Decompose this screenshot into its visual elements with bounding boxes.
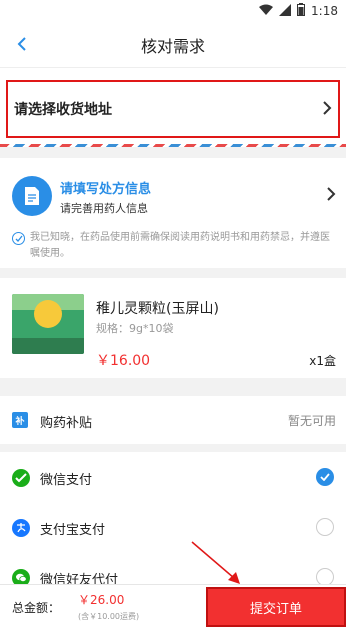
product-spec: 规格：9g*10袋 xyxy=(96,322,174,335)
subsidy-value: 暂无可用 xyxy=(287,414,336,428)
nav-bar: 核对需求 xyxy=(0,22,346,68)
address-section: 请选择收货地址 xyxy=(0,68,346,144)
wifi-icon xyxy=(259,4,274,19)
subsidy-row[interactable]: 补 购药补贴 暂无可用 xyxy=(0,396,346,444)
product-name: 稚儿灵颗粒(玉屏山) xyxy=(96,301,219,317)
prescription-title: 请填写处方信息 xyxy=(60,182,152,197)
subsidy-icon: 补 xyxy=(12,412,28,428)
payment-label: 支付宝支付 xyxy=(40,523,106,538)
address-label: 请选择收货地址 xyxy=(14,102,112,118)
page-title: 核对需求 xyxy=(140,36,205,56)
alipay-icon xyxy=(12,519,30,537)
prescription-note: 我已知晓，在药品使用前需确保阅读用药说明书和用药禁忌，并遵医嘱使用。 xyxy=(30,232,330,259)
total-label: 总金额： xyxy=(12,601,61,615)
payment-radio-selected[interactable] xyxy=(316,468,334,486)
total-price: ￥26.00 xyxy=(78,593,125,607)
product-quantity: x1盒 xyxy=(309,354,336,368)
product-card: 稚儿灵颗粒(玉屏山) 规格：9g*10袋 ￥16.00 x1盒 xyxy=(0,278,346,378)
payment-radio[interactable] xyxy=(316,518,334,536)
shipping-fee: (含￥10.00运费) xyxy=(78,612,140,621)
subsidy-label: 购药补贴 xyxy=(40,416,93,431)
select-address-row[interactable]: 请选择收货地址 xyxy=(6,80,340,138)
prescription-section[interactable]: 请填写处方信息 请完善用药人信息 我已知晓，在药品使用前需确保阅读用药说明书和用… xyxy=(0,158,346,268)
check-icon xyxy=(320,473,330,481)
status-time: 1:18 xyxy=(311,4,338,18)
chevron-left-icon xyxy=(17,37,26,51)
prescription-subtitle: 请完善用药人信息 xyxy=(60,202,148,215)
product-price: ￥16.00 xyxy=(96,353,151,369)
payment-option-alipay[interactable]: 支付宝支付 xyxy=(0,502,346,552)
wechat-pay-icon xyxy=(12,469,30,487)
battery-icon xyxy=(297,3,306,19)
checkout-bar: 总金额： ￥26.00 (含￥10.00运费) 提交订单 xyxy=(0,584,346,628)
status-bar: 1:18 xyxy=(0,0,346,22)
signal-icon xyxy=(279,3,292,19)
product-image xyxy=(12,294,84,354)
back-button[interactable] xyxy=(10,32,34,56)
chevron-right-icon xyxy=(326,186,336,206)
payment-option-wechat[interactable]: 微信支付 xyxy=(0,452,346,502)
payment-label: 微信支付 xyxy=(40,473,93,488)
document-icon xyxy=(12,176,52,216)
chevron-right-icon xyxy=(322,100,332,120)
envelope-stripe xyxy=(0,144,346,147)
submit-order-button[interactable]: 提交订单 xyxy=(206,587,346,627)
